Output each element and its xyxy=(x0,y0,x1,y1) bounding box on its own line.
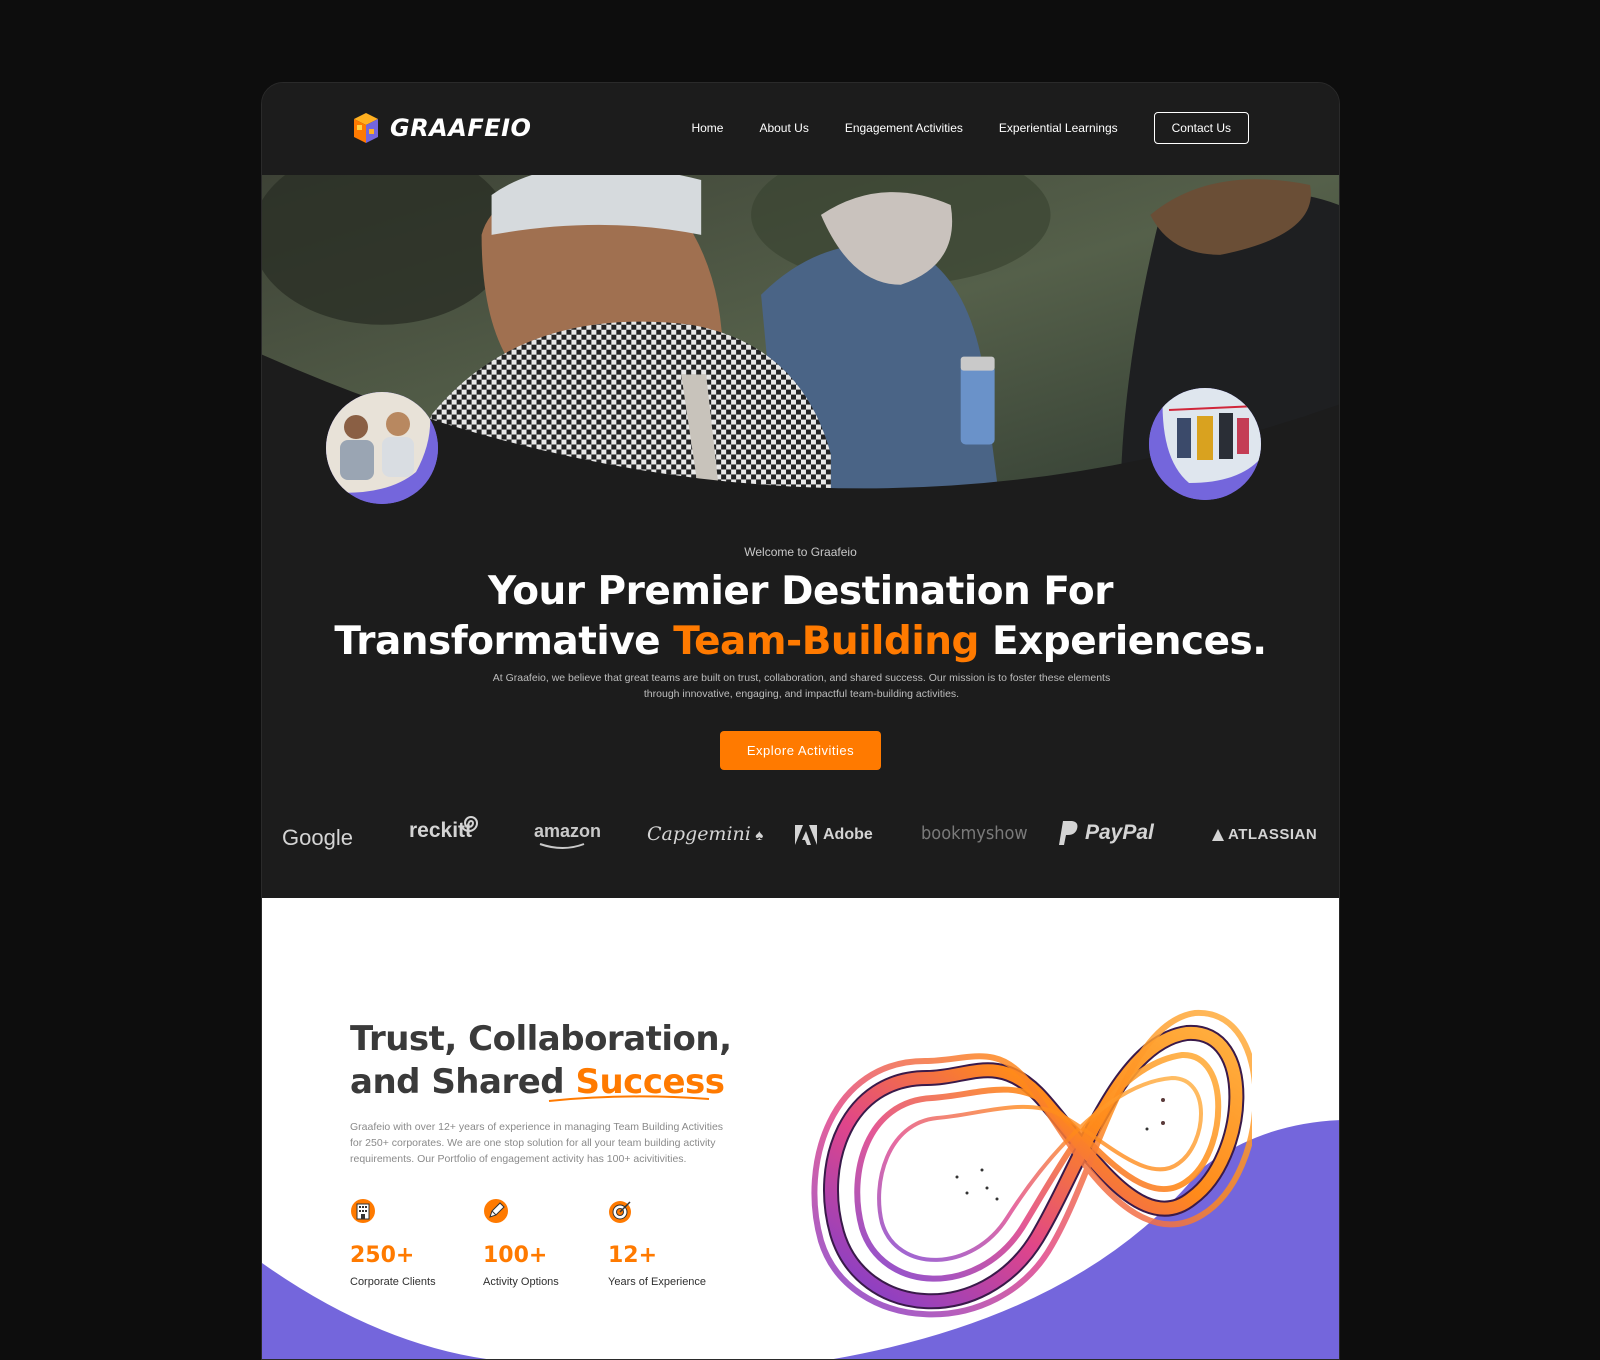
pencil-icon xyxy=(484,1199,508,1223)
logo-cube-icon xyxy=(354,113,378,143)
nav-engagement-activities[interactable]: Engagement Activities xyxy=(845,121,963,135)
target-icon xyxy=(609,1201,631,1223)
stat-value: 12+ xyxy=(608,1243,658,1268)
logo-text: GRAAFEIO xyxy=(390,114,532,142)
amazon-smile-icon xyxy=(539,843,585,849)
about-description: Graafeio with over 12+ years of experien… xyxy=(350,1121,724,1165)
about-section: Trust, Collaboration, and Shared Success… xyxy=(262,898,1339,1359)
team-photo-right xyxy=(1149,388,1261,500)
stat-label: Years of Experience xyxy=(608,1276,707,1288)
hero-headline-pre: Transformative xyxy=(334,619,674,664)
client-logo-amazon-text: amazon xyxy=(534,821,602,841)
client-logo-atlassian-text: ATLASSIAN xyxy=(1228,826,1318,843)
client-logo-bookmyshow: bookmyshow xyxy=(921,823,1028,844)
reckitt-swirl-icon xyxy=(460,816,479,832)
client-logo-google: Google xyxy=(282,825,353,850)
client-logo-reckitt: reckitt xyxy=(409,816,479,843)
hero-headline-line1: Your Premier Destination For xyxy=(488,569,1113,614)
nav-links: Home About Us Engagement Activities Expe… xyxy=(655,112,1249,144)
hero-welcome: Welcome to Graafeio xyxy=(744,545,857,559)
paypal-icon xyxy=(1059,821,1078,845)
client-logos: Google reckitt amazon Capgemini ♠ Adobe … xyxy=(262,805,1339,875)
hero-headline-line2: Transformative Team-Building Experiences… xyxy=(262,617,1339,667)
adobe-icon xyxy=(795,825,817,845)
hero-description: At Graafeio, we believe that great teams… xyxy=(492,672,1111,700)
stat-label: Activity Options xyxy=(483,1276,559,1288)
client-logo-atlassian: ATLASSIAN xyxy=(1212,826,1317,843)
stat-corporate-clients: 250+ Corporate Clients xyxy=(350,1198,436,1288)
client-logo-adobe: Adobe xyxy=(795,825,873,845)
top-nav: GRAAFEIO Home About Us Engagement Activi… xyxy=(262,83,1339,175)
contact-us-button[interactable]: Contact Us xyxy=(1153,112,1249,144)
client-logo-capgemini: Capgemini ♠ xyxy=(647,823,763,845)
stat-years-experience: 12+ Years of Experience xyxy=(608,1198,706,1288)
about-title-pre: and Shared xyxy=(350,1062,576,1102)
client-logo-capgemini-text: Capgemini xyxy=(647,823,751,845)
success-underline xyxy=(548,1095,710,1102)
capgemini-spade-icon: ♠ xyxy=(755,827,764,844)
nav-home[interactable]: Home xyxy=(691,121,723,135)
hero-headline-post: Experiences. xyxy=(978,619,1267,664)
stat-value: 250+ xyxy=(350,1243,415,1268)
team-photo-right-image xyxy=(1149,388,1261,500)
stat-label: Corporate Clients xyxy=(350,1276,436,1288)
client-logo-adobe-text: Adobe xyxy=(823,826,873,843)
nav-experiential-learnings[interactable]: Experiential Learnings xyxy=(999,121,1118,135)
about-title-line1: Trust, Collaboration, xyxy=(350,1019,732,1059)
building-icon xyxy=(351,1199,375,1223)
team-photo-left xyxy=(326,392,438,504)
client-logo-paypal-text: PayPal xyxy=(1085,821,1154,844)
hero-headline-highlight: Team-Building xyxy=(673,619,979,664)
infinity-illustration xyxy=(811,1009,1252,1318)
hero-headline: Your Premier Destination For Transformat… xyxy=(262,567,1339,667)
stat-activity-options: 100+ Activity Options xyxy=(483,1198,559,1288)
explore-activities-button[interactable]: Explore Activities xyxy=(720,731,881,770)
about-title: Trust, Collaboration, and Shared Success xyxy=(350,1018,732,1104)
team-photo-left-image xyxy=(326,392,438,504)
logo[interactable]: GRAAFEIO xyxy=(350,111,531,145)
atlassian-icon xyxy=(1212,828,1224,841)
nav-about-us[interactable]: About Us xyxy=(759,121,808,135)
stat-value: 100+ xyxy=(483,1243,548,1268)
browser-frame: GRAAFEIO Home About Us Engagement Activi… xyxy=(261,82,1340,1360)
hero-banner xyxy=(262,175,1339,510)
client-logo-amazon: amazon xyxy=(534,821,602,849)
client-logo-paypal: PayPal xyxy=(1059,821,1154,845)
